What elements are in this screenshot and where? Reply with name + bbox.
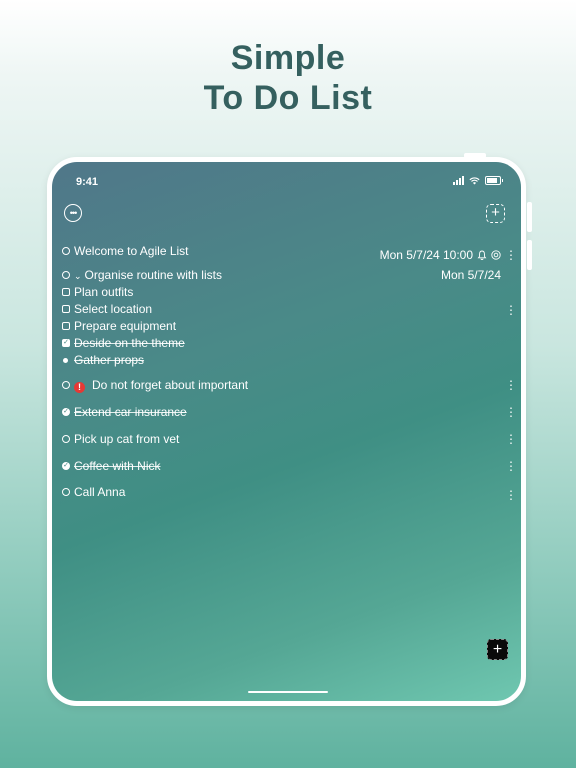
task-checkbox-checked[interactable]: ✓ (62, 462, 70, 470)
add-task-floating-button[interactable]: + (487, 639, 508, 660)
task-label: Call Anna (74, 485, 126, 499)
tablet-volume-up-button (527, 202, 532, 232)
task-menu-icon[interactable]: ⋮ (505, 248, 517, 262)
task-label: Deside on the theme (74, 336, 185, 350)
task-row[interactable]: ⌄ Organise routine with lists Mon 5/7/24 (62, 268, 511, 284)
status-icons (453, 176, 503, 185)
task-label: Coffee with Nick (74, 459, 161, 473)
tablet-top-button (464, 153, 486, 158)
status-time: 9:41 (76, 176, 99, 188)
tablet-frame: 9:41 ••• + Welcome to Agile List Mon 5/7… (47, 153, 532, 706)
task-checkbox[interactable] (62, 247, 70, 255)
task-label: Welcome to Agile List (74, 244, 189, 258)
task-label: Plan outfits (74, 285, 134, 299)
task-date: Mon 5/7/24 10:00 (379, 248, 473, 262)
task-menu-icon[interactable]: ⋮ (505, 405, 517, 419)
subtask-row[interactable]: Plan outfits (62, 285, 511, 301)
add-task-top-button[interactable]: + (486, 204, 505, 223)
task-label: Prepare equipment (74, 319, 177, 333)
app-screen: 9:41 ••• + Welcome to Agile List Mon 5/7… (52, 162, 521, 701)
task-checkbox[interactable] (62, 381, 70, 389)
task-row[interactable]: Welcome to Agile List Mon 5/7/24 10:00 ⋮ (62, 244, 517, 262)
marketing-headline: Simple To Do List (0, 38, 576, 118)
signal-icon (453, 176, 464, 185)
task-label: ! Do not forget about important (74, 378, 248, 393)
task-row[interactable]: Pick up cat from vet ⋮ (62, 432, 517, 448)
task-label: Select location (74, 302, 153, 316)
task-label: Extend car insurance (74, 405, 187, 419)
task-menu-icon[interactable]: ⋮ (505, 459, 517, 473)
task-meta: Mon 5/7/24 10:00 (380, 248, 501, 262)
task-checkbox[interactable] (62, 271, 70, 279)
task-menu-icon[interactable]: ⋮ (505, 378, 517, 392)
bullet-icon (63, 358, 68, 363)
alarm-bell-icon (477, 250, 487, 260)
battery-icon (485, 176, 503, 185)
task-row[interactable]: ! Do not forget about important ⋮ (62, 378, 517, 394)
chevron-down-icon[interactable]: ⌄ (74, 271, 82, 281)
task-row[interactable]: ✓ Coffee with Nick ⋮ (62, 459, 517, 475)
important-icon: ! (74, 382, 85, 393)
wifi-icon (469, 176, 480, 185)
task-checkbox[interactable] (62, 435, 70, 443)
headline-line-2: To Do List (203, 79, 373, 117)
task-checkbox-checked[interactable]: ✓ (62, 408, 70, 416)
repeat-icon (491, 250, 501, 260)
more-options-button[interactable]: ••• (64, 204, 82, 222)
task-menu-icon[interactable]: ⋮ (505, 303, 517, 317)
subtask-checkbox-checked[interactable]: ✓ (62, 339, 70, 347)
subtask-checkbox[interactable] (62, 288, 70, 296)
task-meta: Mon 5/7/24 (441, 268, 501, 282)
subtask-row[interactable]: Select location ⋮ (62, 302, 517, 318)
subtask-checkbox[interactable] (62, 322, 70, 330)
home-indicator (248, 691, 328, 693)
task-menu-icon[interactable]: ⋮ (505, 432, 517, 446)
task-menu-icon[interactable]: ⋮ (505, 488, 517, 502)
subtask-row[interactable]: Gather props (62, 353, 511, 369)
task-label: Pick up cat from vet (74, 432, 180, 446)
subtask-row[interactable]: ✓ Deside on the theme (62, 336, 511, 352)
task-date: Mon 5/7/24 (440, 268, 501, 282)
task-label: ⌄ Organise routine with lists (74, 268, 222, 282)
subtask-row[interactable]: Prepare equipment (62, 319, 511, 335)
tablet-volume-down-button (527, 240, 532, 270)
task-row[interactable]: ✓ Extend car insurance ⋮ (62, 405, 517, 421)
task-row[interactable]: Call Anna ⋮ (62, 485, 517, 502)
task-checkbox[interactable] (62, 488, 70, 496)
task-label: Gather props (74, 353, 145, 367)
headline-line-1: Simple (230, 39, 346, 77)
subtask-checkbox[interactable] (62, 305, 70, 313)
